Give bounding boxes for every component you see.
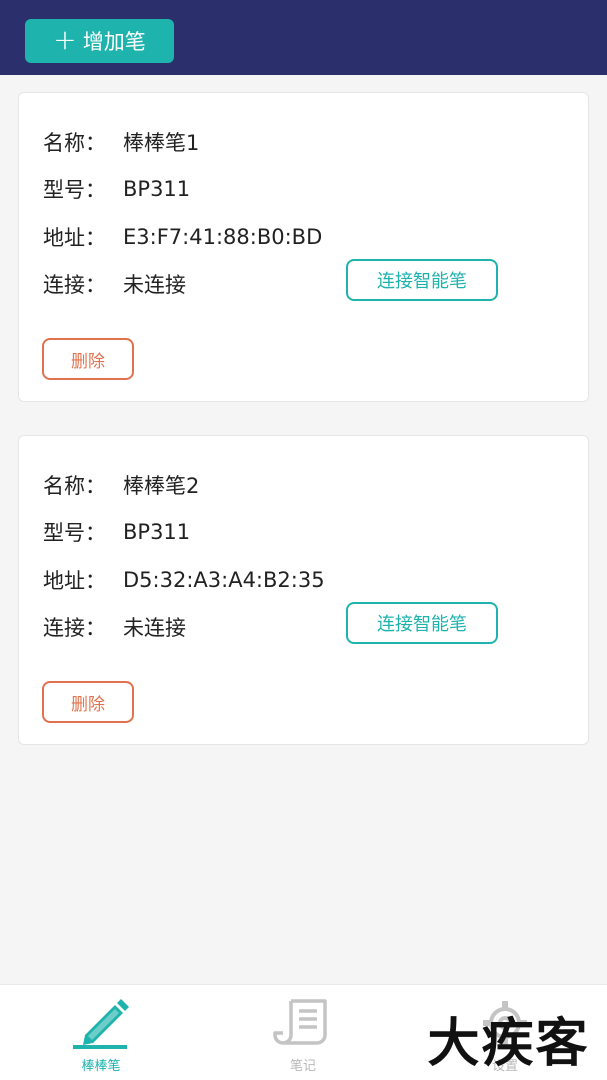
add-pen-button[interactable]: + 增加笔 [25, 19, 174, 63]
connection-row: 连接： 未连接 [43, 269, 186, 299]
watermark-logo: 大疾客 [427, 1012, 590, 1074]
scroll-note-icon [273, 999, 327, 1045]
name-value: 棒棒笔2 [123, 474, 200, 498]
connection-label: 连接： [43, 273, 106, 297]
tab-label: 棒棒笔 [81, 1059, 121, 1074]
address-label: 地址： [43, 226, 106, 250]
model-label: 型号： [43, 178, 106, 202]
connection-row: 连接： 未连接 [43, 612, 186, 642]
model-value: BP311 [123, 177, 191, 201]
address-value: E3:F7:41:88:B0:BD [123, 225, 323, 249]
connect-pen-button[interactable]: 连接智能笔 [346, 259, 498, 301]
add-pen-label: 增加笔 [82, 30, 146, 54]
connection-label: 连接： [43, 616, 106, 640]
name-row: 名称： 棒棒笔2 [43, 470, 199, 500]
pen-card: 名称： 棒棒笔1 型号： BP311 地址： E3:F7:41:88:B0:BD… [18, 92, 589, 402]
tab-label: 笔记 [289, 1059, 316, 1074]
address-label: 地址： [43, 569, 106, 593]
tab-pens[interactable]: 棒棒笔 [0, 985, 202, 1080]
connect-pen-button[interactable]: 连接智能笔 [346, 602, 498, 644]
address-value: D5:32:A3:A4:B2:35 [123, 568, 325, 592]
tab-notes[interactable]: 笔记 [202, 985, 404, 1080]
model-label: 型号： [43, 521, 106, 545]
model-value: BP311 [123, 520, 191, 544]
model-row: 型号： BP311 [43, 517, 190, 547]
connection-status: 未连接 [123, 273, 186, 297]
name-label: 名称： [43, 474, 106, 498]
connection-status: 未连接 [123, 616, 186, 640]
name-value: 棒棒笔1 [123, 131, 200, 155]
address-row: 地址： E3:F7:41:88:B0:BD [43, 222, 322, 252]
delete-button[interactable]: 删除 [42, 681, 134, 723]
address-row: 地址： D5:32:A3:A4:B2:35 [43, 565, 325, 595]
plus-icon: + [53, 22, 77, 56]
delete-button[interactable]: 删除 [42, 338, 134, 380]
pen-icon [73, 999, 129, 1049]
name-row: 名称： 棒棒笔1 [43, 127, 199, 157]
model-row: 型号： BP311 [43, 174, 190, 204]
name-label: 名称： [43, 131, 106, 155]
top-bar: + 增加笔 [0, 0, 607, 75]
pen-card: 名称： 棒棒笔2 型号： BP311 地址： D5:32:A3:A4:B2:35… [18, 435, 589, 745]
